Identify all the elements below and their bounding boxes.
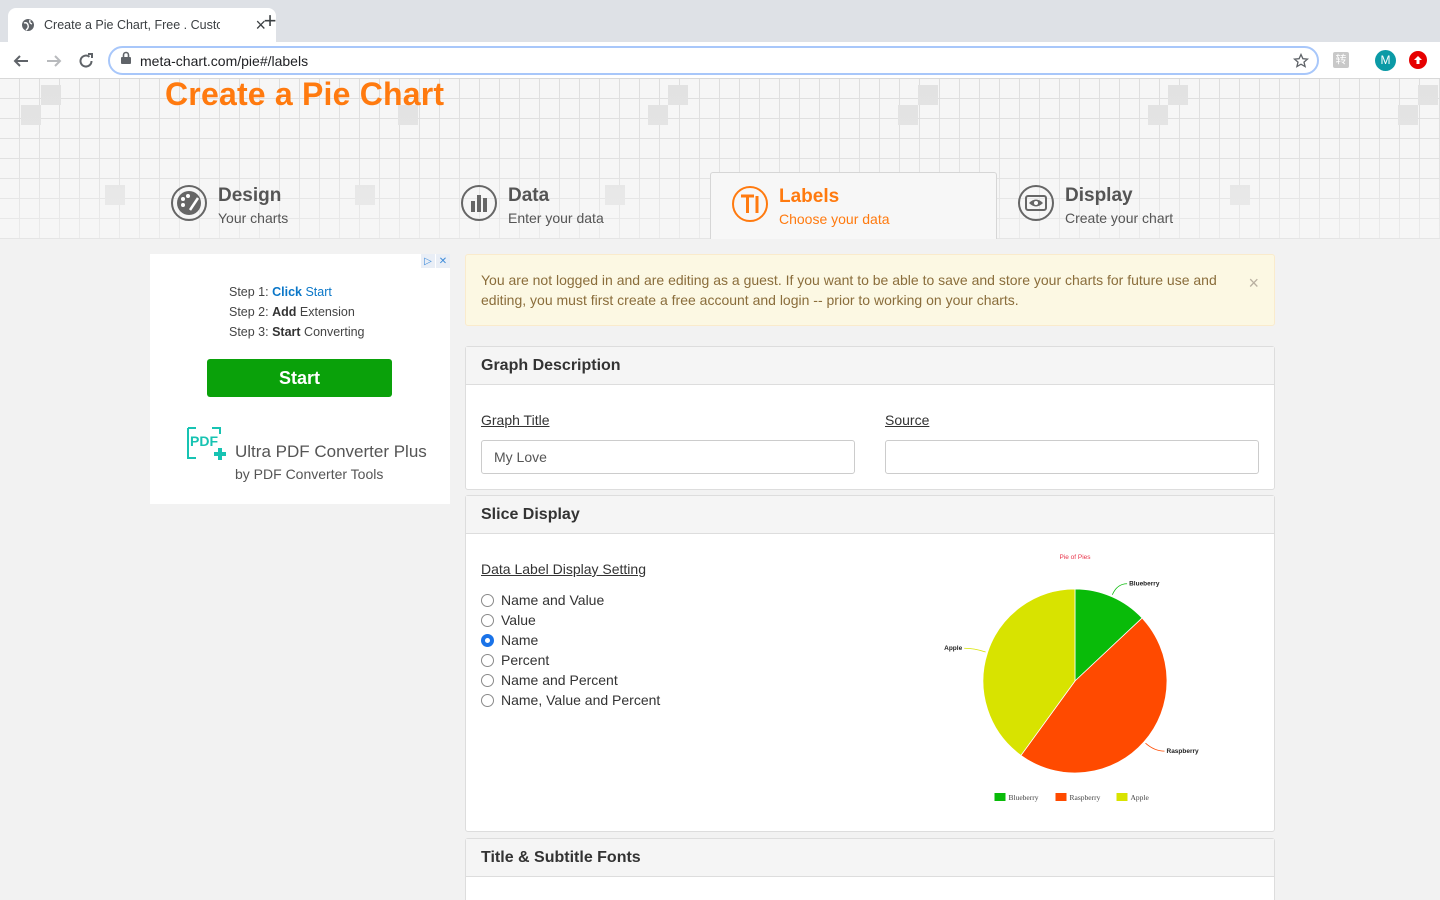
forward-icon[interactable] <box>43 50 65 72</box>
reload-icon[interactable] <box>75 50 97 72</box>
radio-circle-selected[interactable] <box>481 633 494 647</box>
radio-name-value-percent[interactable]: Name, Value and Percent <box>481 692 660 708</box>
tab-labels[interactable]: Labels Choose your data <box>710 172 997 239</box>
alert-close-icon[interactable]: × <box>1248 273 1259 293</box>
legend-label-apple: Apple <box>1131 793 1150 802</box>
radio-label: Name and Percent <box>501 672 618 688</box>
url-text: meta-chart.com/pie#/labels <box>140 52 309 69</box>
source-input[interactable] <box>885 440 1259 474</box>
tab-data[interactable]: Data Enter your data <box>450 172 710 239</box>
palette-icon <box>170 184 208 222</box>
ad-byline: by PDF Converter Tools <box>235 466 384 482</box>
legend-swatch-apple <box>1116 793 1128 801</box>
tab-labels-label: Labels <box>779 186 840 207</box>
tab-data-sub: Enter your data <box>508 210 604 226</box>
radio-circle[interactable] <box>481 593 494 607</box>
ad-step-2: Step 2: Add Extension <box>229 305 355 319</box>
tab-display-label: Display <box>1065 185 1133 206</box>
radio-name-and-value[interactable]: Name and Value <box>481 592 604 608</box>
source-label: Source <box>885 412 930 428</box>
legend-label-raspberry: Raspberry <box>1070 793 1101 802</box>
chart-title: Pie of Pies <box>1059 554 1091 561</box>
radio-label: Percent <box>501 652 550 668</box>
legend-swatch-raspberry <box>1055 793 1067 801</box>
radio-label: Name, Value and Percent <box>501 692 661 708</box>
tab-display[interactable]: Display Create your chart <box>1007 172 1267 239</box>
ad-choices[interactable]: ▷ ✕ <box>420 254 450 268</box>
title-fonts-panel: Title & Subtitle Fonts <box>465 838 1275 900</box>
svg-text:PDF: PDF <box>190 433 218 449</box>
data-label-apple: Apple <box>944 645 962 652</box>
connector-blueberry <box>1111 583 1128 595</box>
ad-start-button[interactable]: Start <box>207 359 392 397</box>
pdf-logo-icon: PDF <box>186 422 230 469</box>
bookmark-star-icon[interactable] <box>1293 52 1309 69</box>
tab-design[interactable]: Design Your charts <box>160 172 450 239</box>
browser-tab[interactable]: Create a Pie Chart, Free . Custom × <box>8 8 276 42</box>
connector-apple <box>964 647 986 653</box>
graph-description-panel: Graph Description Graph Title My Love So… <box>465 346 1275 490</box>
label-setting-label: Data Label Display Setting <box>481 561 646 577</box>
radio-circle[interactable] <box>481 613 494 627</box>
radio-value[interactable]: Value <box>481 612 536 628</box>
graph-title-label: Graph Title <box>481 412 550 428</box>
radio-percent[interactable]: Percent <box>481 652 549 668</box>
data-label-raspberry: Raspberry <box>1167 748 1200 755</box>
panel-heading: Title & Subtitle Fonts <box>466 839 1274 877</box>
ad-product-name[interactable]: Ultra PDF Converter Plus <box>235 442 427 462</box>
radio-name-and-percent[interactable]: Name and Percent <box>481 672 618 688</box>
back-icon[interactable] <box>10 50 32 72</box>
pie-chart-preview: Pie of Pies Blueberry Raspberry Apple Bluebe… <box>944 554 1200 802</box>
translate-extension-icon[interactable]: 转 <box>1333 52 1349 68</box>
tab-design-label: Design <box>218 185 282 206</box>
page-title: Create a Pie Chart <box>165 76 445 112</box>
radio-label: Value <box>501 612 536 628</box>
graph-title-input[interactable]: My Love <box>481 440 855 474</box>
ad-step-3: Step 3: Start Converting <box>229 325 365 339</box>
tab-title: Create a Pie Chart, Free . Custom <box>44 18 220 32</box>
new-tab-button[interactable]: + <box>258 10 282 34</box>
bar-chart-icon <box>460 184 498 222</box>
profile-avatar[interactable]: M <box>1375 50 1396 71</box>
radio-name[interactable]: Name <box>481 632 538 648</box>
text-icon <box>731 185 769 223</box>
display-icon <box>1017 184 1055 222</box>
radio-label: Name <box>501 632 539 648</box>
legend-swatch-blueberry <box>994 793 1006 801</box>
browser-tab-strip: Create a Pie Chart, Free . Custom × + <box>0 0 1440 42</box>
panel-heading: Graph Description <box>466 347 1274 385</box>
ad-close-icon[interactable]: ✕ <box>436 254 450 268</box>
tab-design-sub: Your charts <box>218 210 289 226</box>
tab-display-sub: Create your chart <box>1065 210 1174 226</box>
tab-labels-sub: Choose your data <box>779 211 890 227</box>
adchoices-icon[interactable]: ▷ <box>421 254 435 268</box>
legend-label-blueberry: Blueberry <box>1009 793 1039 802</box>
upload-extension-icon[interactable] <box>1409 51 1427 69</box>
lock-icon <box>120 51 132 70</box>
radio-circle[interactable] <box>481 673 494 687</box>
radio-circle[interactable] <box>481 653 494 667</box>
globe-icon <box>20 17 36 33</box>
radio-circle[interactable] <box>481 693 494 707</box>
address-bar[interactable]: meta-chart.com/pie#/labels <box>108 46 1319 75</box>
tab-data-label: Data <box>508 185 550 206</box>
ad-step-1: Step 1: Click Start <box>229 285 332 299</box>
data-label-blueberry: Blueberry <box>1129 581 1160 588</box>
guest-alert: You are not logged in and are editing as… <box>465 254 1275 326</box>
browser-toolbar: meta-chart.com/pie#/labels 转 M <box>0 42 1440 79</box>
advertisement[interactable]: ▷ ✕ Step 1: Click Start Step 2: Add Exte… <box>150 254 450 504</box>
connector-raspberry <box>1145 742 1165 752</box>
panel-heading: Slice Display <box>466 496 1274 534</box>
radio-label: Name and Value <box>501 592 605 608</box>
alert-text: You are not logged in and are editing as… <box>481 272 1217 308</box>
